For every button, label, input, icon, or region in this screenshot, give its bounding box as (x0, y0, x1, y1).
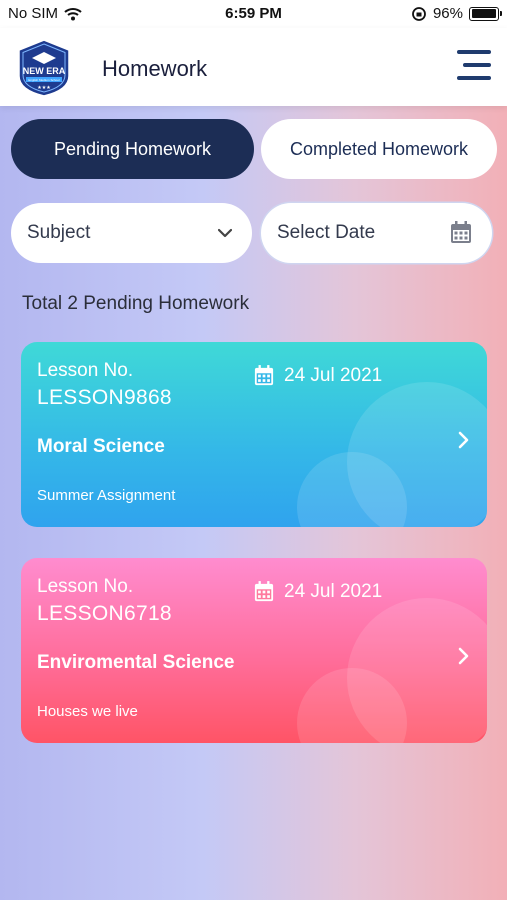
lesson-number: LESSON6718 (37, 602, 172, 625)
homework-date: 24 Jul 2021 (254, 365, 382, 387)
lesson-label: Lesson No. (37, 360, 134, 381)
orientation-lock-icon (412, 6, 426, 21)
pending-count-text: Total 2 Pending Homework (22, 293, 250, 314)
school-logo: NEW ERA English Medium School ★★★ (18, 39, 70, 97)
svg-text:★★★: ★★★ (37, 85, 51, 91)
tab-pending-homework[interactable]: Pending Homework (11, 119, 254, 179)
subject-name: Enviromental Science (37, 652, 235, 673)
status-bar: No SIM 6:59 PM 96% (0, 0, 507, 28)
logo-text: NEW ERA (23, 66, 66, 76)
chevron-right-icon (458, 647, 469, 665)
subject-dropdown[interactable]: Subject (11, 203, 252, 263)
battery-icon (469, 6, 502, 21)
calendar-icon (254, 365, 274, 386)
page-title: Homework (102, 56, 208, 81)
chevron-right-icon (458, 431, 469, 449)
subject-name: Moral Science (37, 436, 165, 457)
tab-completed-homework[interactable]: Completed Homework (261, 119, 497, 179)
app-bar: NEW ERA English Medium School ★★★ Homewo… (0, 28, 507, 106)
battery-level (471, 9, 496, 18)
homework-description: Houses we live (37, 703, 138, 720)
subject-dropdown-label: Subject (27, 222, 91, 243)
homework-card[interactable]: Lesson No. LESSON6718 24 Jul 2021 Enviro… (21, 558, 487, 743)
date-picker[interactable]: Select Date (261, 203, 492, 263)
homework-card[interactable]: Lesson No. LESSON9868 24 Jul 2021 Moral … (21, 342, 487, 527)
logo-subtext: English Medium School (28, 78, 60, 82)
homework-description: Summer Assignment (37, 487, 176, 504)
lesson-label: Lesson No. (37, 576, 134, 597)
calendar-icon (451, 221, 471, 243)
battery-percent: 96% (432, 5, 463, 22)
status-right: 96% (411, 5, 502, 22)
date-text: 24 Jul 2021 (284, 581, 383, 602)
menu-button[interactable] (457, 50, 491, 80)
date-text: 24 Jul 2021 (284, 365, 383, 386)
lesson-number: LESSON9868 (37, 386, 172, 409)
date-picker-label: Select Date (277, 222, 376, 243)
chevron-down-icon (218, 228, 232, 238)
calendar-icon (254, 581, 274, 602)
homework-date: 24 Jul 2021 (254, 581, 382, 603)
